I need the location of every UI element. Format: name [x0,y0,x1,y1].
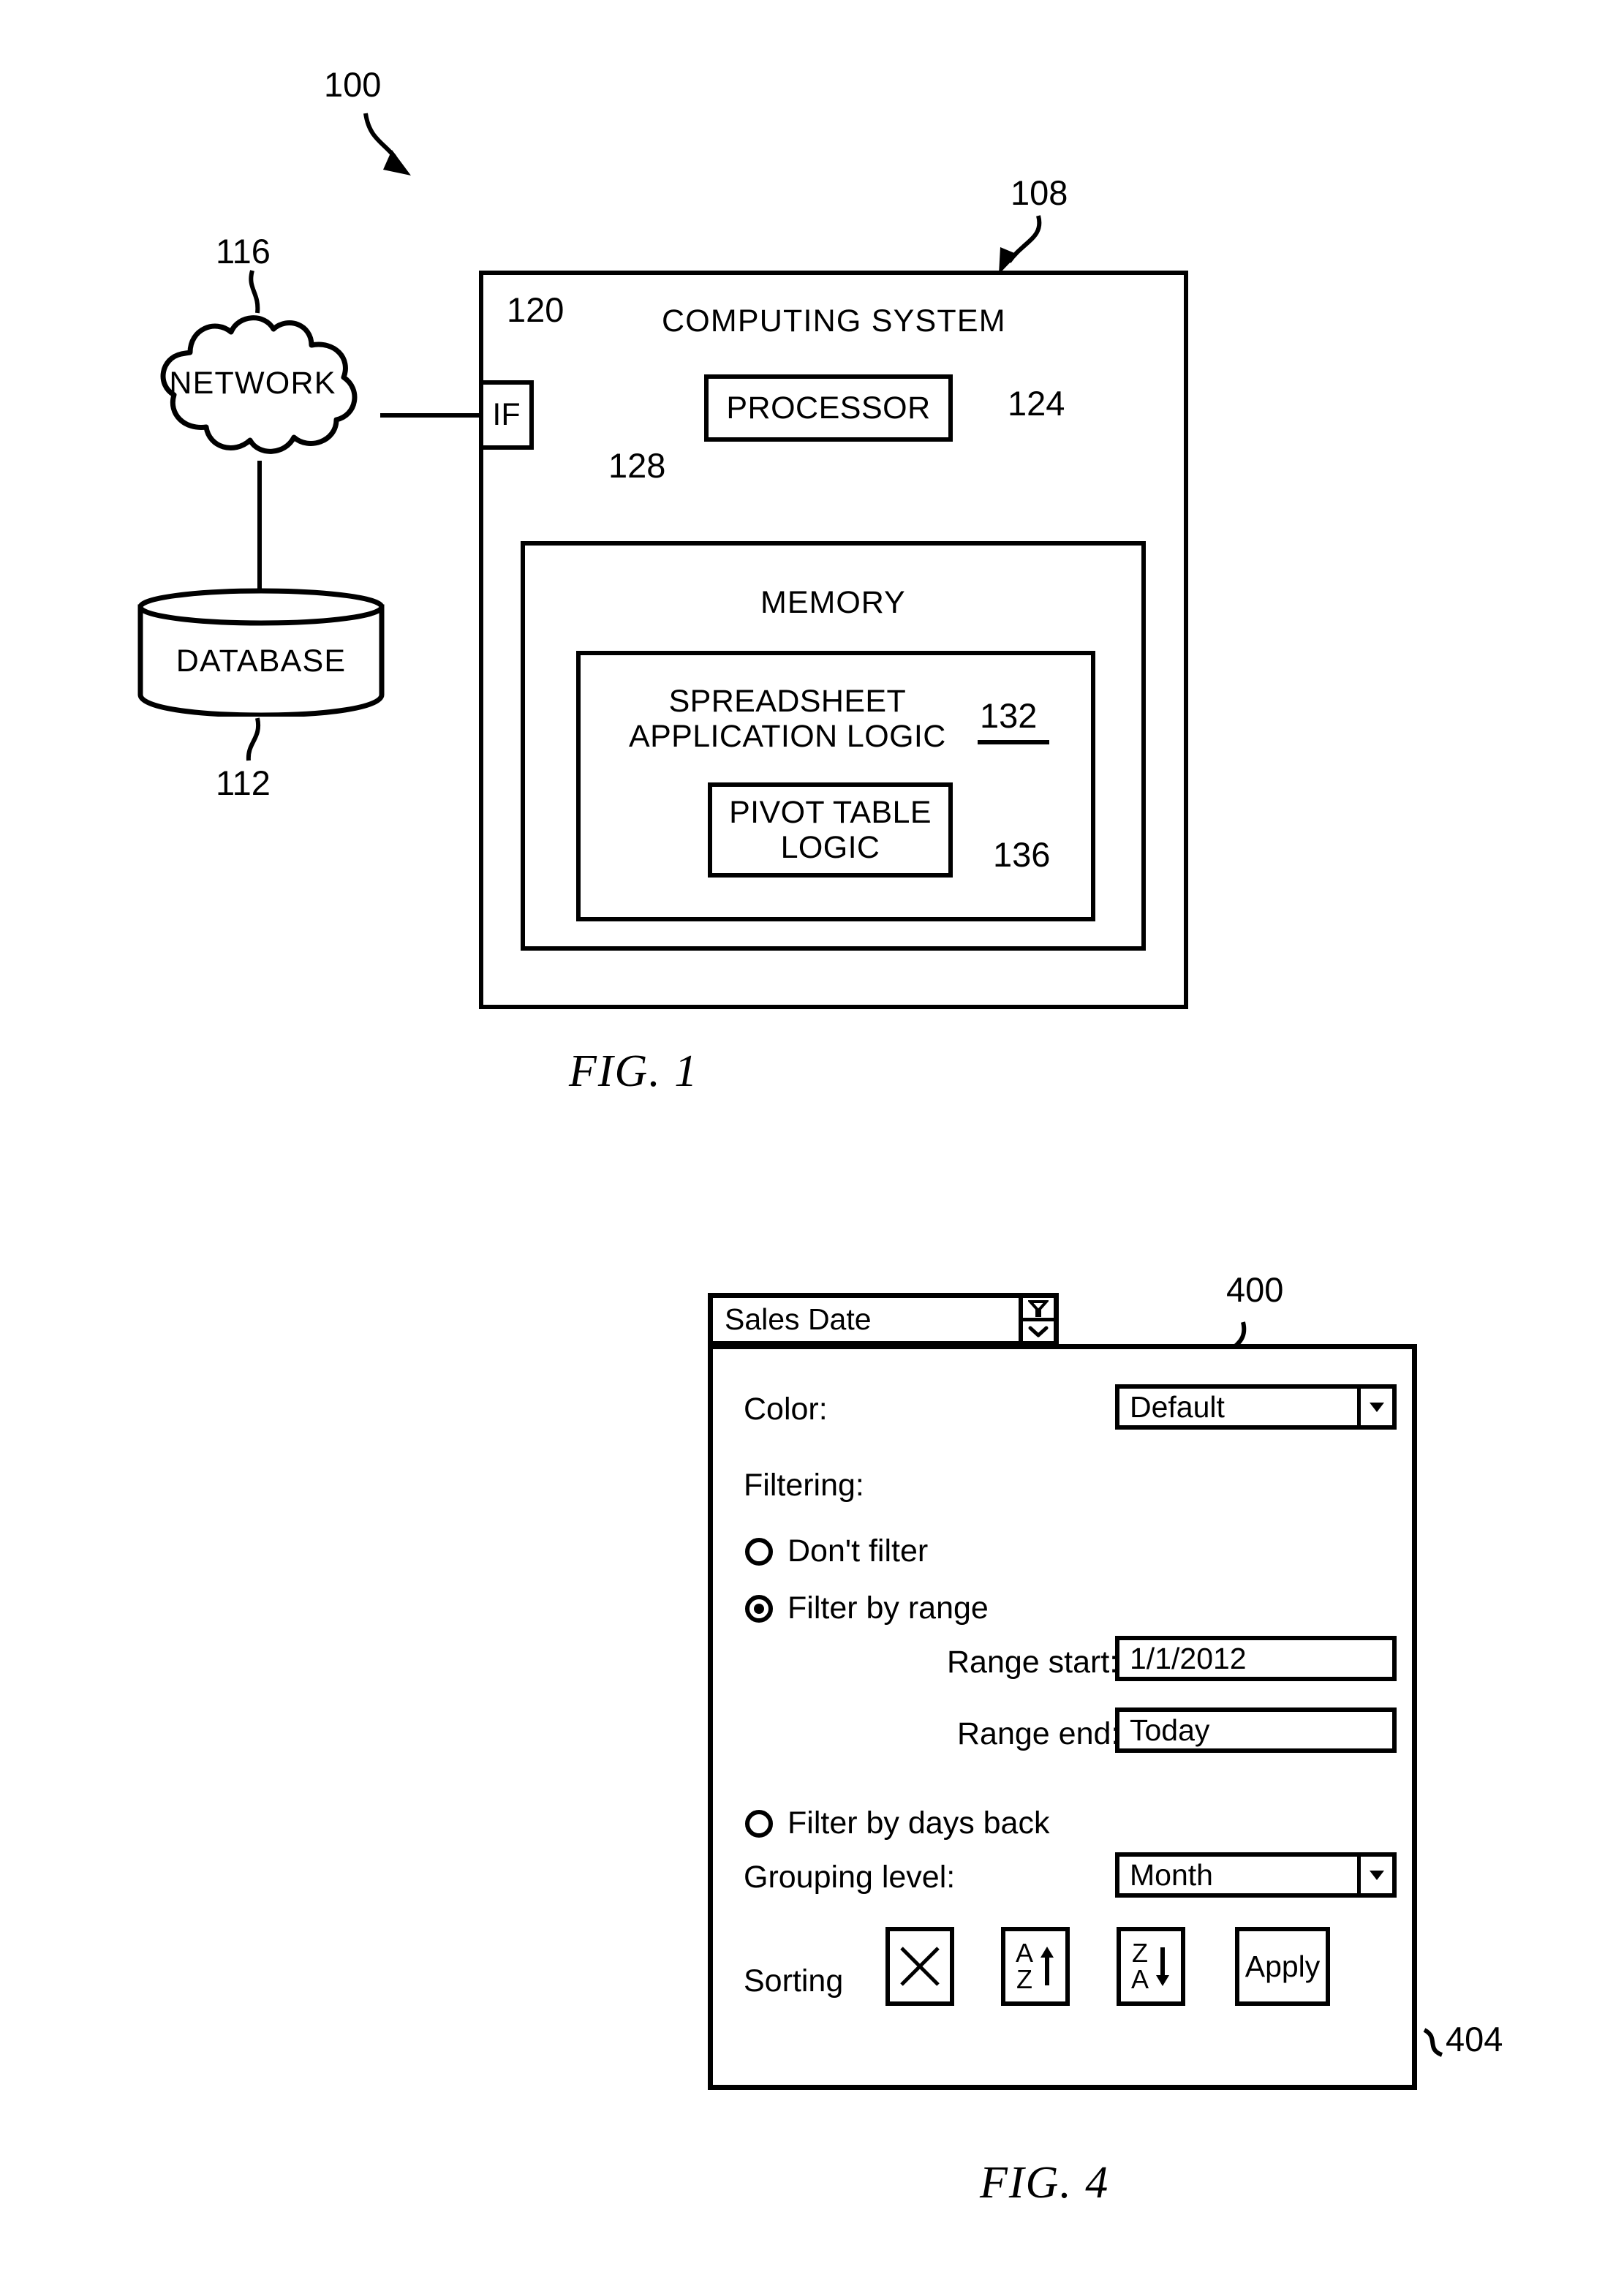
connector-network-to-interface [380,413,483,418]
range-start-input[interactable]: 1/1/2012 [1115,1636,1397,1681]
memory-label: MEMORY [760,585,906,620]
triangle-down-icon[interactable] [1357,1389,1392,1425]
radio-filter-by-range[interactable]: Filter by range [745,1590,989,1626]
radio-filter-by-days-back-label: Filter by days back [788,1805,1050,1841]
reference-numeral-112: 112 [216,763,271,802]
figure-4-caption: FIG. 4 [980,2158,1110,2208]
filter-funnel-icon[interactable] [1023,1298,1054,1321]
radio-dont-filter-label: Don't filter [788,1533,929,1569]
pivot-logic-line-1: PIVOT TABLE [729,794,932,830]
sort-ascending-button[interactable]: A Z [1001,1927,1070,2006]
sorting-label: Sorting [744,1963,844,1999]
processor-box: PROCESSOR [704,374,953,442]
reference-numeral-136: 136 [993,835,1051,874]
radio-filter-by-range-label: Filter by range [788,1590,989,1626]
sort-descending-letter-bottom: A [1130,1964,1149,1994]
database-label: DATABASE [175,644,347,679]
radio-dont-filter[interactable]: Don't filter [745,1533,928,1569]
network-label: NETWORK [169,366,336,401]
grouping-level-label: Grouping level: [744,1860,956,1895]
range-end-label: Range end: [957,1716,1120,1751]
dialog-title: Sales Date [725,1302,872,1336]
spreadsheet-logic-line-2: APPLICATION LOGIC [629,719,946,755]
interface-label: IF [492,397,521,433]
arrow-down-icon [1156,1947,1169,1986]
apply-button[interactable]: Apply [1235,1927,1330,2006]
grouping-level-select[interactable]: Month [1115,1852,1397,1898]
reference-numeral-120: 120 [507,290,564,329]
range-start-label: Range start: [947,1645,1119,1680]
dialog-title-bar[interactable]: Sales Date [708,1293,1059,1346]
reference-numeral-400: 400 [1226,1270,1284,1309]
spreadsheet-logic-line-1: SPREADSHEET [668,684,907,719]
clear-sort-button[interactable] [885,1927,954,2006]
range-end-input[interactable]: Today [1115,1707,1397,1753]
chevron-down-icon[interactable] [1023,1321,1054,1341]
date-filter-dialog: Color: Default Filtering: Don't filter F… [708,1344,1417,2090]
interface-box: IF [479,380,534,450]
color-select-value: Default [1130,1389,1225,1424]
reference-numeral-132: 132 [980,696,1038,735]
reference-numeral-404: 404 [1446,2020,1503,2059]
sort-descending-button[interactable]: Z A [1117,1927,1185,2006]
reference-numeral-128: 128 [608,446,666,485]
sort-ascending-letters: A Z [1016,1940,1033,1993]
grouping-level-value: Month [1130,1857,1213,1892]
pivot-table-logic-label: PIVOT TABLE LOGIC [729,795,932,865]
reference-numeral-100: 100 [324,65,382,104]
processor-label: PROCESSOR [726,390,931,426]
connector-network-to-database [257,461,262,592]
figure-1-caption: FIG. 1 [569,1046,699,1096]
sort-descending-letter-top: Z [1131,1938,1148,1968]
radio-indicator[interactable] [745,1809,773,1838]
reference-numeral-124: 124 [1008,384,1065,423]
filtering-label: Filtering: [744,1468,864,1503]
spreadsheet-application-logic-label: SPREADSHEET APPLICATION LOGIC [629,684,946,754]
pivot-logic-line-2: LOGIC [780,830,880,865]
radio-indicator-selected[interactable] [745,1594,773,1623]
color-label: Color: [744,1392,828,1427]
arrow-up-icon [1041,1947,1054,1985]
reference-numeral-132-underline [978,740,1049,744]
triangle-down-icon[interactable] [1357,1857,1392,1893]
sort-ascending-letter-top: A [1015,1938,1033,1968]
dialog-title-buttons [1019,1298,1054,1341]
x-cross-icon [900,1947,940,1986]
color-select[interactable]: Default [1115,1384,1397,1430]
sort-ascending-letter-bottom: Z [1016,1964,1032,1994]
radio-filter-by-days-back[interactable]: Filter by days back [745,1805,1049,1841]
pivot-table-logic-box: PIVOT TABLE LOGIC [708,782,953,878]
computing-system-title: COMPUTING SYSTEM [662,303,1006,339]
radio-indicator[interactable] [745,1537,773,1566]
reference-numeral-108: 108 [1011,173,1068,212]
sort-descending-letters: Z A [1131,1940,1149,1993]
reference-numeral-116: 116 [216,232,271,271]
